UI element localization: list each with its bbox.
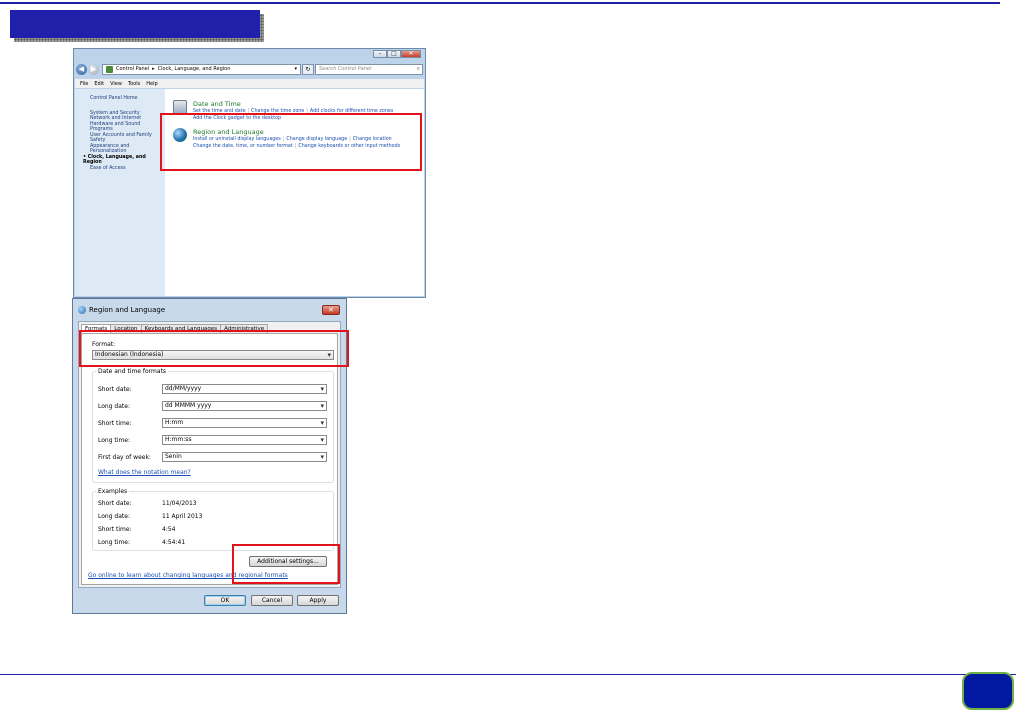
highlight-region-language — [160, 113, 422, 171]
ok-button[interactable]: OK — [204, 595, 246, 606]
sidebar-item-home[interactable]: Control Panel Home — [90, 96, 165, 102]
control-panel-window: – □ ✕ ◀ ▶ Control Panel ▸ Clock, Languag… — [73, 48, 426, 298]
back-button[interactable]: ◀ — [76, 63, 87, 75]
slide-title-box — [10, 10, 264, 42]
search-input[interactable]: Search Control Panel ⌕ — [315, 63, 423, 75]
example-short-date-value: 11/04/2013 — [162, 500, 197, 507]
menu-help[interactable]: Help — [146, 81, 157, 87]
highlight-additional-settings — [232, 544, 340, 584]
search-placeholder: Search Control Panel — [319, 66, 372, 72]
short-date-select[interactable]: dd/MM/yyyy — [162, 384, 327, 394]
control-panel-icon — [106, 65, 113, 73]
refresh-button[interactable]: ↻ — [302, 63, 314, 75]
short-date-label: Short date: — [98, 386, 132, 393]
address-row: ◀ ▶ Control Panel ▸ Clock, Language, and… — [76, 62, 423, 76]
sidebar: Control Panel Home System and Security N… — [75, 89, 165, 296]
slide-top-rule — [0, 2, 1000, 4]
category-title-date-time[interactable]: Date and Time — [193, 100, 393, 108]
example-long-time-label: Long time: — [98, 539, 131, 546]
highlight-format — [79, 330, 349, 367]
breadcrumb-separator-icon: ▸ — [152, 66, 155, 72]
long-date-label: Long date: — [98, 403, 130, 410]
long-time-label: Long time: — [98, 437, 131, 444]
forward-button[interactable]: ▶ — [88, 63, 99, 75]
cancel-button[interactable]: Cancel — [251, 595, 293, 606]
close-button[interactable]: ✕ — [322, 305, 340, 315]
breadcrumb-control-panel[interactable]: Control Panel — [116, 66, 149, 72]
menu-tools[interactable]: Tools — [128, 81, 140, 87]
example-long-date-label: Long date: — [98, 513, 130, 520]
menu-file[interactable]: File — [80, 81, 88, 87]
apply-button[interactable]: Apply — [297, 595, 339, 606]
minimize-button[interactable]: – — [373, 50, 387, 58]
caption-buttons: – □ ✕ — [373, 50, 421, 58]
first-day-select[interactable]: Senin — [162, 452, 327, 462]
slide-bottom-rule — [0, 674, 1016, 675]
short-time-label: Short time: — [98, 420, 132, 427]
search-icon: ⌕ — [416, 65, 420, 72]
menu-edit[interactable]: Edit — [94, 81, 104, 87]
sidebar-item-clock-region-label: Clock, Language, and Region — [83, 154, 146, 166]
examples-title: Examples — [96, 488, 130, 495]
address-bar[interactable]: Control Panel ▸ Clock, Language, and Reg… — [102, 63, 301, 75]
example-short-date-label: Short date: — [98, 500, 132, 507]
maximize-button[interactable]: □ — [387, 50, 401, 58]
globe-icon — [78, 306, 86, 314]
date-time-formats-title: Date and time formats — [96, 368, 169, 375]
slide-page-badge — [962, 672, 1014, 710]
long-time-select[interactable]: H:mm:ss — [162, 435, 327, 445]
sidebar-item-ease-of-access[interactable]: Ease of Access — [90, 166, 165, 172]
clock-icon — [173, 100, 187, 114]
notation-link[interactable]: What does the notation mean? — [98, 469, 191, 476]
breadcrumb-clock-language-region[interactable]: Clock, Language, and Region — [158, 66, 231, 72]
first-day-label: First day of week: — [98, 454, 151, 461]
example-short-time-value: 4:54 — [162, 526, 176, 533]
short-time-select[interactable]: H:mm — [162, 418, 327, 428]
sidebar-item-appearance[interactable]: Appearance and Personalization — [90, 144, 140, 155]
dialog-title: Region and Language — [89, 306, 166, 314]
close-button[interactable]: ✕ — [401, 50, 421, 58]
example-short-time-label: Short time: — [98, 526, 132, 533]
sidebar-item-user-accounts[interactable]: User Accounts and Family Safety — [90, 133, 160, 144]
slide-title-face — [10, 10, 260, 38]
long-date-select[interactable]: dd MMMM yyyy — [162, 401, 327, 411]
sidebar-item-clock-region[interactable]: • Clock, Language, and Region — [83, 155, 165, 166]
example-long-time-value: 4:54:41 — [162, 539, 186, 546]
address-dropdown-icon[interactable]: ▾ — [291, 66, 300, 72]
menu-bar: File Edit View Tools Help — [75, 79, 424, 88]
menu-view[interactable]: View — [110, 81, 122, 87]
example-long-date-value: 11 April 2013 — [162, 513, 203, 520]
